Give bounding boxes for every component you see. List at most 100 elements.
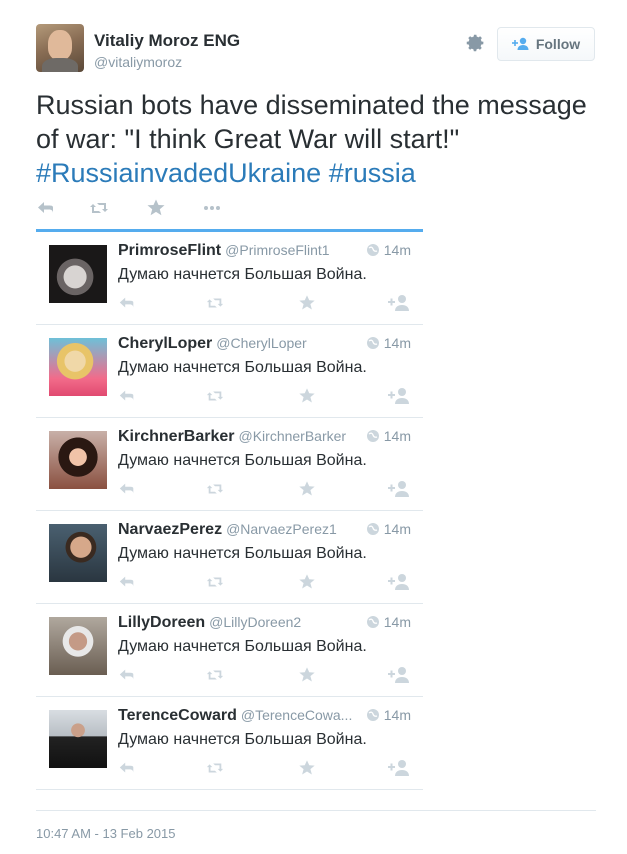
reply-icon[interactable] [118, 294, 136, 312]
reply-author-name[interactable]: KirchnerBarker [118, 428, 235, 445]
reply-timestamp[interactable]: 14m [384, 707, 411, 723]
reply-author-handle[interactable]: @LillyDoreen2 [209, 614, 301, 630]
globe-icon [366, 523, 379, 535]
globe-icon [366, 244, 379, 256]
list-item[interactable]: PrimroseFlint @PrimroseFlint1 14m Думаю н… [36, 232, 423, 325]
hashtag-link[interactable]: #RussiainvadedUkraine [36, 158, 321, 188]
reply-author-handle[interactable]: @KirchnerBarker [239, 428, 347, 444]
reply-author-name[interactable]: PrimroseFlint [118, 242, 221, 259]
reply-time[interactable]: 14m [361, 428, 411, 444]
star-icon[interactable] [298, 480, 316, 498]
tweet-header: Vitaliy Moroz ENG @vitaliymoroz Follow [36, 24, 598, 76]
reply-author-name[interactable]: LillyDoreen [118, 614, 205, 631]
reply-text: Думаю начнется Большая Война. [118, 359, 367, 376]
reply-actions [118, 759, 413, 777]
globe-icon [366, 337, 379, 349]
more-icon[interactable] [202, 198, 222, 218]
reply-time[interactable]: 14m [361, 242, 411, 258]
star-icon[interactable] [298, 294, 316, 312]
reply-icon[interactable] [118, 387, 136, 405]
author-name[interactable]: Vitaliy Moroz ENG [94, 31, 240, 51]
avatar[interactable] [49, 338, 107, 396]
avatar[interactable] [49, 524, 107, 582]
reply-icon[interactable] [118, 666, 136, 684]
list-item[interactable]: CherylLoper @CherylLoper 14m Думаю начнет… [36, 325, 423, 418]
reply-icon[interactable] [118, 759, 136, 777]
star-icon[interactable] [298, 387, 316, 405]
retweet-icon[interactable] [206, 759, 224, 777]
gear-icon[interactable] [464, 32, 486, 54]
reply-text: Думаю начнется Большая Война. [118, 545, 367, 562]
reply-time[interactable]: 14m [361, 614, 411, 630]
reply-time[interactable]: 14m [361, 521, 411, 537]
reply-author-handle[interactable]: @TerenceCowa... [241, 707, 352, 723]
tweet-body-text: Russian bots have disseminated the messa… [36, 90, 587, 154]
globe-icon [366, 430, 379, 442]
hashtag-link[interactable]: #russia [329, 158, 416, 188]
retweet-icon[interactable] [206, 294, 224, 312]
reply-author[interactable]: PrimroseFlint @PrimroseFlint1 [118, 242, 330, 260]
reply-author-name[interactable]: TerenceCoward [118, 707, 237, 724]
reply-author[interactable]: NarvaezPerez @NarvaezPerez1 [118, 521, 337, 539]
reply-timestamp[interactable]: 14m [384, 614, 411, 630]
add-user-icon[interactable] [388, 387, 410, 405]
list-item[interactable]: TerenceCoward @TerenceCowa... 14m Думаю н… [36, 697, 423, 790]
star-icon[interactable] [298, 759, 316, 777]
star-icon[interactable] [146, 198, 166, 218]
reply-timestamp[interactable]: 14m [384, 521, 411, 537]
add-user-icon [511, 37, 529, 50]
reply-time[interactable]: 14m [361, 335, 411, 351]
avatar[interactable] [49, 431, 107, 489]
reply-author-handle[interactable]: @NarvaezPerez1 [226, 521, 337, 537]
author-handle[interactable]: @vitaliymoroz [94, 54, 182, 70]
globe-icon [366, 709, 379, 721]
reply-author-name[interactable]: CherylLoper [118, 335, 212, 352]
reply-timestamp[interactable]: 14m [384, 428, 411, 444]
reply-author-name[interactable]: NarvaezPerez [118, 521, 222, 538]
reply-actions [118, 573, 413, 591]
reply-actions [118, 666, 413, 684]
reply-actions [118, 480, 413, 498]
divider [36, 810, 596, 811]
reply-text: Думаю начнется Большая Война. [118, 452, 367, 469]
list-item[interactable]: LillyDoreen @LillyDoreen2 14m Думаю начне… [36, 604, 423, 697]
reply-author[interactable]: CherylLoper @CherylLoper [118, 335, 307, 353]
add-user-icon[interactable] [388, 666, 410, 684]
avatar[interactable] [49, 245, 107, 303]
tweet-actions [36, 198, 236, 220]
retweet-icon[interactable] [206, 666, 224, 684]
follow-button[interactable]: Follow [497, 27, 595, 61]
avatar[interactable] [49, 617, 107, 675]
list-item[interactable]: KirchnerBarker @KirchnerBarker 14m Думаю … [36, 418, 423, 511]
reply-text: Думаю начнется Большая Война. [118, 266, 367, 283]
avatar[interactable] [49, 710, 107, 768]
reply-time[interactable]: 14m [361, 707, 411, 723]
reply-author[interactable]: KirchnerBarker @KirchnerBarker [118, 428, 346, 446]
globe-icon [366, 616, 379, 628]
retweet-icon[interactable] [206, 387, 224, 405]
reply-timestamp[interactable]: 14m [384, 242, 411, 258]
reply-actions [118, 294, 413, 312]
reply-author[interactable]: LillyDoreen @LillyDoreen2 [118, 614, 301, 632]
add-user-icon[interactable] [388, 294, 410, 312]
tweet-timestamp[interactable]: 10:47 AM - 13 Feb 2015 [36, 826, 175, 841]
reply-timestamp[interactable]: 14m [384, 335, 411, 351]
retweet-icon[interactable] [206, 480, 224, 498]
tweet-text: Russian bots have disseminated the messa… [36, 88, 596, 190]
author-avatar[interactable] [36, 24, 84, 72]
add-user-icon[interactable] [388, 759, 410, 777]
list-item[interactable]: NarvaezPerez @NarvaezPerez1 14m Думаю нач… [36, 511, 423, 604]
retweet-icon[interactable] [89, 198, 109, 218]
add-user-icon[interactable] [388, 573, 410, 591]
reply-author-handle[interactable]: @PrimroseFlint1 [225, 242, 329, 258]
reply-icon[interactable] [118, 480, 136, 498]
reply-list: PrimroseFlint @PrimroseFlint1 14m Думаю н… [36, 229, 423, 790]
retweet-icon[interactable] [206, 573, 224, 591]
reply-icon[interactable] [118, 573, 136, 591]
reply-icon[interactable] [36, 198, 56, 218]
star-icon[interactable] [298, 573, 316, 591]
add-user-icon[interactable] [388, 480, 410, 498]
star-icon[interactable] [298, 666, 316, 684]
reply-author[interactable]: TerenceCoward @TerenceCowa... [118, 707, 352, 725]
reply-author-handle[interactable]: @CherylLoper [216, 335, 306, 351]
